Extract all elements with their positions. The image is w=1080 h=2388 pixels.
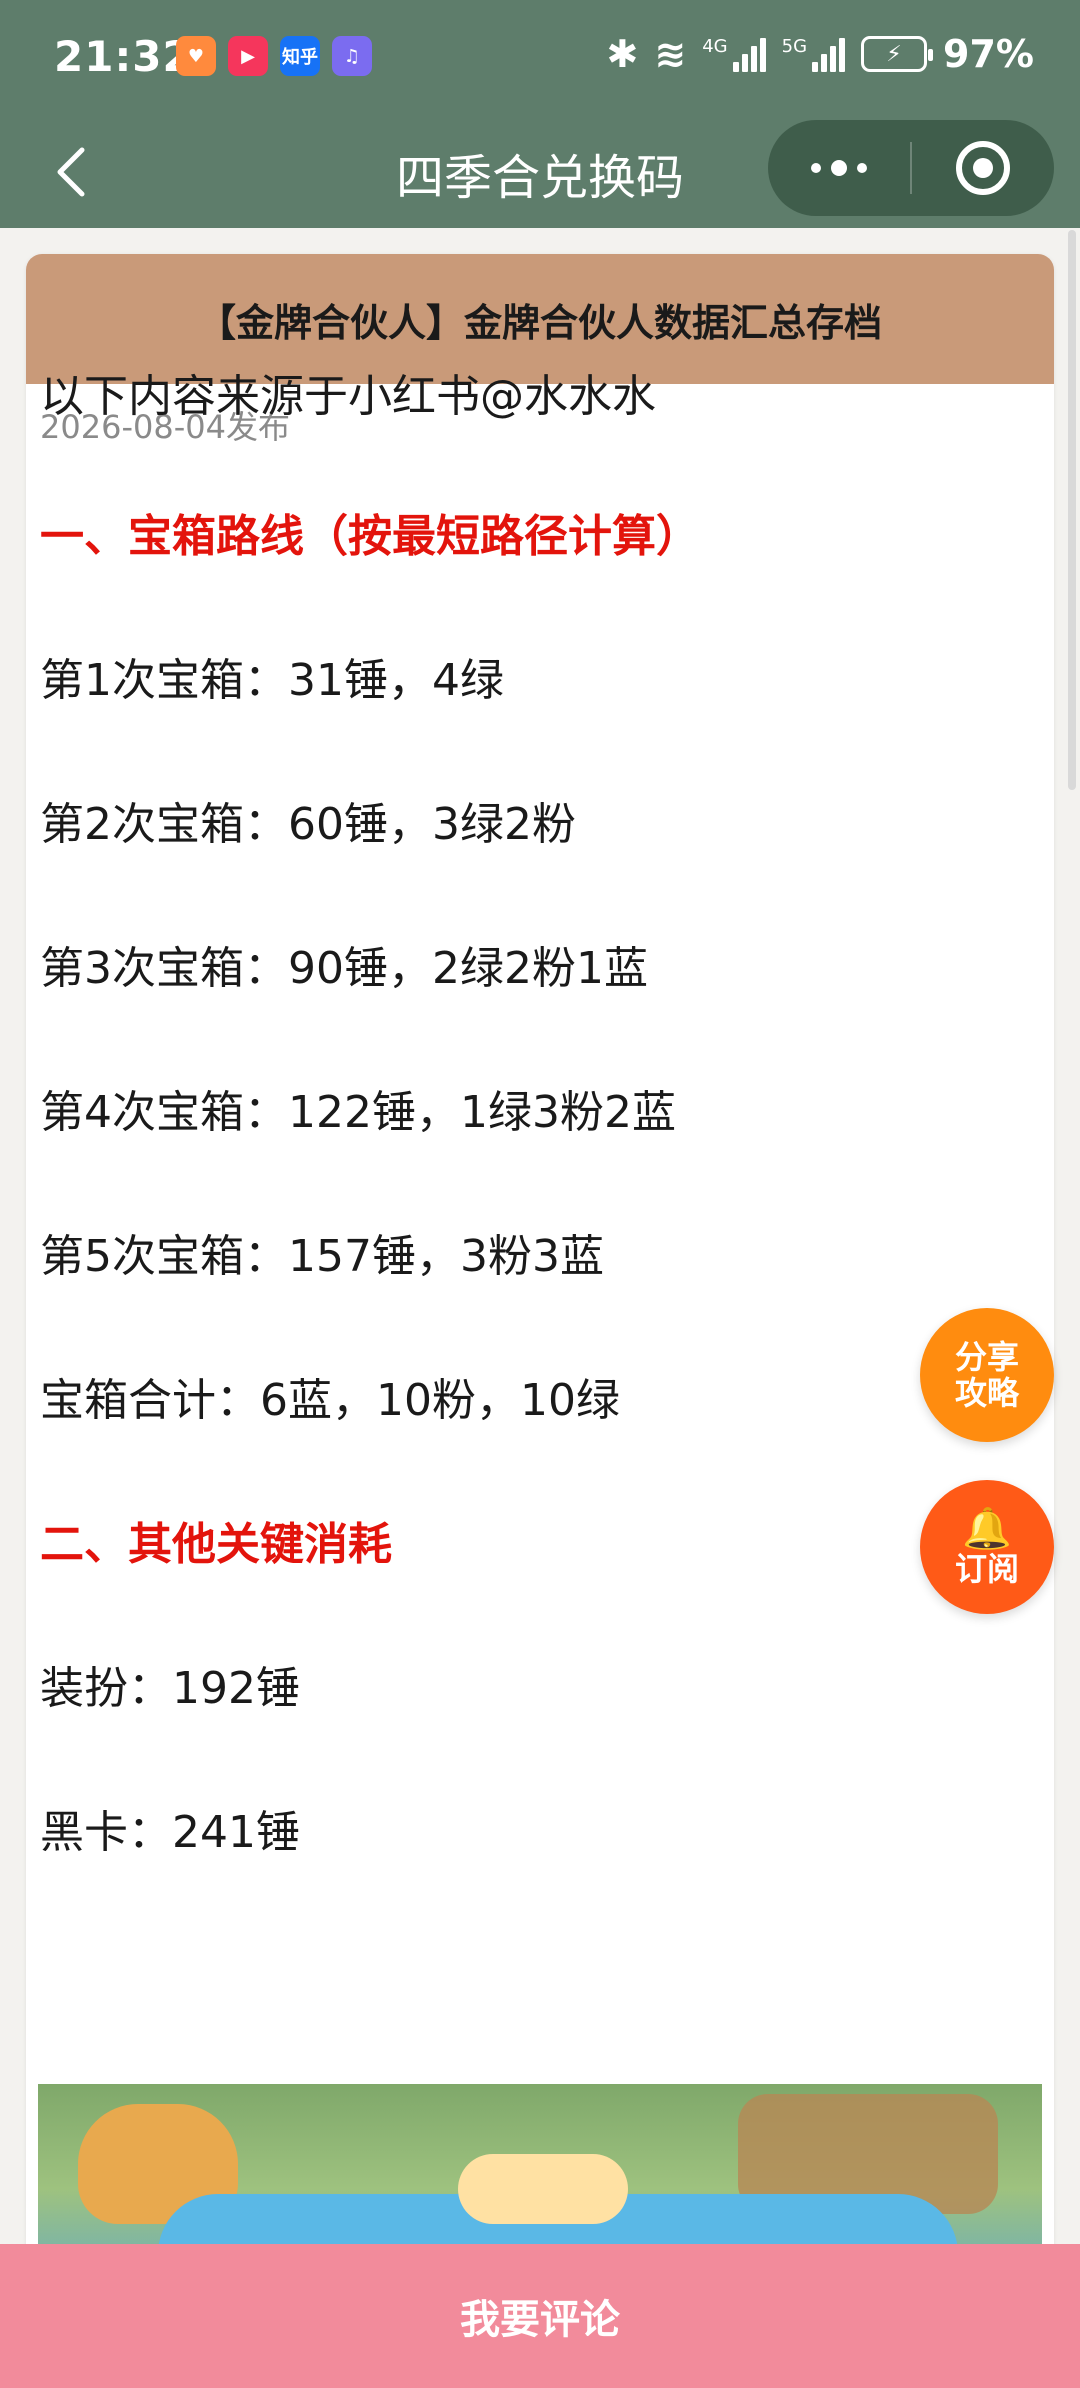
- network-5g-label: 5G: [781, 36, 808, 57]
- content-line: 宝箱合计：6蓝，10粉，10绿: [40, 1375, 620, 1426]
- share-label-line2: 攻略: [954, 1374, 1019, 1412]
- content-line: 黑卡：241锤: [40, 1807, 300, 1858]
- content-line: 第5次宝箱：157锤，3粉3蓝: [40, 1231, 604, 1282]
- notification-app-icons: ♥ ▶ 知乎 ♫: [176, 36, 372, 76]
- signal-5g-icon: 5G: [781, 36, 846, 72]
- content-line: 第3次宝箱：90锤，2绿2粉1蓝: [40, 943, 648, 994]
- content-line: 第1次宝箱：31锤，4绿: [40, 655, 504, 706]
- signal-4g-icon: 4G: [702, 36, 766, 72]
- battery-percent: 97%: [943, 32, 1034, 76]
- scrollbar[interactable]: [1068, 230, 1076, 790]
- content-line: 以下内容来源于小红书@水水水: [40, 371, 656, 422]
- network-4g-label: 4G: [702, 36, 728, 57]
- bell-icon: 🔔: [962, 1506, 1012, 1552]
- content-line: 装扮：192锤: [40, 1663, 300, 1714]
- battery-icon: ⚡: [861, 36, 934, 72]
- more-options-button[interactable]: [768, 120, 910, 216]
- section-heading: 二、其他关键消耗: [40, 1519, 392, 1570]
- comment-button[interactable]: 我要评论: [0, 2244, 1080, 2388]
- close-mini-program-button[interactable]: [912, 141, 1054, 195]
- bluetooth-icon: ✱: [606, 32, 639, 76]
- app-play-icon: ▶: [228, 36, 268, 76]
- nav-bar: 四季合兑换码: [0, 120, 1080, 228]
- mini-program-capsule: [768, 120, 1054, 216]
- status-bar: 21:32 ♥ ▶ 知乎 ♫ ✱ ≋ 4G 5G ⚡ 97%: [0, 0, 1080, 120]
- status-indicators: ✱ ≋ 4G 5G ⚡ 97%: [607, 32, 1034, 76]
- subscribe-label: 订阅: [954, 1550, 1019, 1588]
- music-icon: ♫: [332, 36, 372, 76]
- article-card: 【金牌合伙人】金牌合伙人数据汇总存档 2026-08-04发布 以下内容来源于小…: [26, 254, 1054, 2388]
- wifi-icon: ≋: [654, 32, 687, 76]
- status-time: 21:32: [54, 32, 193, 81]
- content-line: 第2次宝箱：60锤，3绿2粉: [40, 799, 576, 850]
- zhihu-icon: 知乎: [280, 36, 320, 76]
- subscribe-button[interactable]: 🔔 订阅: [920, 1480, 1054, 1614]
- content-line: 第4次宝箱：122锤，1绿3粉2蓝: [40, 1087, 676, 1138]
- top-bar: 21:32 ♥ ▶ 知乎 ♫ ✱ ≋ 4G 5G ⚡ 97% 四季合兑换码: [0, 0, 1080, 228]
- share-label-line1: 分享: [954, 1338, 1019, 1376]
- section-heading: 一、宝箱路线（按最短路径计算）: [40, 511, 700, 562]
- app-heart-icon: ♥: [176, 36, 216, 76]
- target-icon: [956, 141, 1010, 195]
- share-guide-button[interactable]: 分享 攻略: [920, 1308, 1054, 1442]
